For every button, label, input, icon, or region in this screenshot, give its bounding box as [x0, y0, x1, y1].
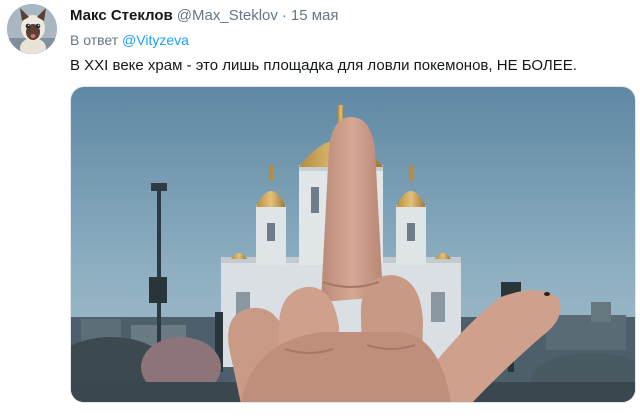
tweet-text: В XXI веке храм - это лишь площадка для …: [70, 57, 577, 74]
avatar[interactable]: [7, 4, 57, 54]
reply-prefix: В ответ: [70, 32, 119, 48]
tweet-date[interactable]: 15 мая: [291, 7, 339, 24]
tweet-header: Макс Стеклов @Max_Steklov · 15 мая: [70, 7, 339, 25]
display-name[interactable]: Макс Стеклов: [70, 7, 173, 24]
user-handle[interactable]: @Max_Steklov: [177, 7, 278, 24]
tweet-photo[interactable]: [70, 86, 636, 403]
cathedral-middle-finger-photo-icon: [71, 87, 635, 402]
siamese-cat-avatar-icon: [7, 4, 57, 54]
reply-context: В ответ @Vityzeva: [70, 31, 189, 49]
separator-dot: ·: [281, 7, 287, 24]
tweet: Макс Стеклов @Max_Steklov · 15 мая В ответ …: [0, 0, 640, 417]
reply-to-link[interactable]: @Vityzeva: [122, 32, 189, 48]
